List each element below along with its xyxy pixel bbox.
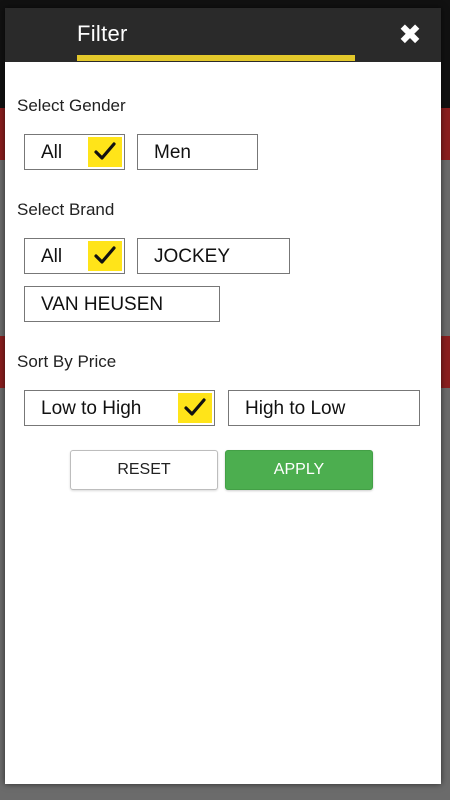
title-underline: [77, 55, 355, 61]
gender-option-all[interactable]: All: [24, 134, 125, 170]
option-label: Men: [154, 142, 191, 163]
dialog-title: Filter: [77, 21, 128, 46]
option-label: Low to High: [41, 398, 142, 419]
sort-option-high-to-low[interactable]: High to Low: [228, 390, 420, 426]
dialog-header: Filter ✖: [5, 8, 441, 62]
sort-section-label: Sort By Price: [17, 352, 117, 371]
filter-dialog: Filter ✖ Select Gender All Men Select Br…: [5, 8, 441, 784]
apply-button[interactable]: APPLY: [225, 450, 373, 490]
option-label: All: [41, 142, 63, 163]
gender-section-label: Select Gender: [17, 96, 126, 115]
option-label: JOCKEY: [154, 246, 231, 267]
sort-option-low-to-high[interactable]: Low to High: [24, 390, 215, 426]
brand-option-van-heusen[interactable]: VAN HEUSEN: [24, 286, 220, 322]
checkmark-icon: [178, 393, 212, 423]
option-label: All: [41, 246, 63, 267]
reset-button[interactable]: RESET: [70, 450, 218, 490]
checkmark-icon: [88, 137, 122, 167]
brand-option-jockey[interactable]: JOCKEY: [137, 238, 290, 274]
checkmark-icon: [88, 241, 122, 271]
option-label: VAN HEUSEN: [41, 294, 164, 315]
option-label: High to Low: [245, 398, 346, 419]
brand-section-label: Select Brand: [17, 200, 115, 219]
gender-option-men[interactable]: Men: [137, 134, 258, 170]
close-icon[interactable]: ✖: [397, 21, 423, 49]
brand-option-all[interactable]: All: [24, 238, 125, 274]
